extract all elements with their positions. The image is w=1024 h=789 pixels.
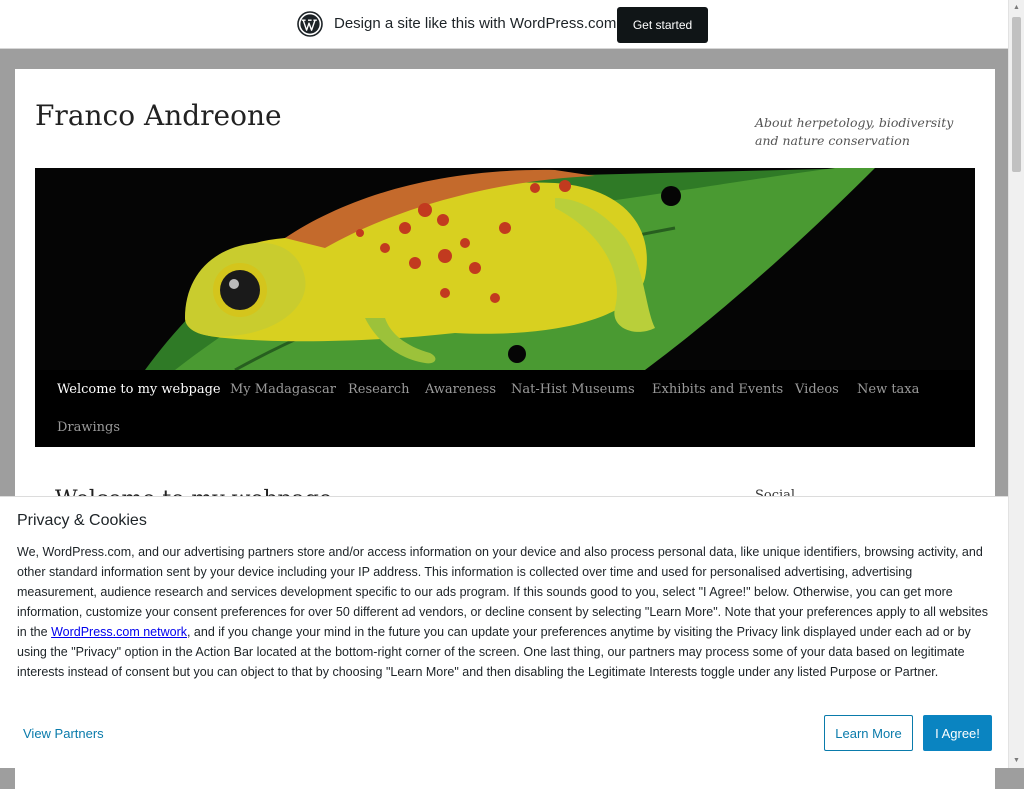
wordpress-network-link[interactable]: WordPress.com network (51, 625, 187, 639)
privacy-cookies-banner: Privacy & Cookies We, WordPress.com, and… (0, 496, 1008, 768)
scroll-down-arrow-icon[interactable]: ▼ (1009, 753, 1024, 768)
view-partners-link[interactable]: View Partners (23, 726, 104, 741)
nav-item-videos[interactable]: Videos (795, 382, 839, 397)
nav-item-awareness[interactable]: Awareness (425, 382, 496, 397)
wordpress-logo-icon[interactable] (297, 11, 323, 37)
scrollbar-thumb[interactable] (1012, 17, 1021, 172)
wordpress-promo-bar: Design a site like this with WordPress.c… (0, 0, 1008, 49)
scroll-up-arrow-icon[interactable]: ▲ (1009, 0, 1024, 15)
promo-text: Design a site like this with WordPress.c… (334, 15, 617, 32)
main-navigation: Welcome to my webpage My Madagascar Rese… (35, 370, 975, 447)
get-started-button[interactable]: Get started (617, 7, 708, 43)
frog-header-illustration (35, 168, 975, 370)
nav-item-drawings[interactable]: Drawings (57, 420, 120, 435)
site-description: About herpetology, biodiversity and natu… (755, 115, 954, 148)
nav-item-my-madagascar[interactable]: My Madagascar (230, 382, 336, 397)
learn-more-button[interactable]: Learn More (824, 715, 913, 751)
nav-item-nat-hist-museums[interactable]: Nat-Hist Museums (511, 382, 635, 397)
nav-item-new-taxa[interactable]: New taxa (857, 382, 919, 397)
i-agree-button[interactable]: I Agree! (923, 715, 992, 751)
privacy-banner-title: Privacy & Cookies (17, 512, 147, 529)
nav-item-research[interactable]: Research (348, 382, 409, 397)
page-scrollbar[interactable]: ▲ ▼ (1008, 0, 1024, 768)
nav-item-exhibits-and-events[interactable]: Exhibits and Events (652, 382, 783, 397)
privacy-banner-text: We, WordPress.com, and our advertising p… (17, 542, 992, 682)
site-title[interactable]: Franco Andreone (35, 99, 282, 132)
nav-item-welcome[interactable]: Welcome to my webpage (57, 382, 221, 397)
header-image (35, 168, 975, 370)
